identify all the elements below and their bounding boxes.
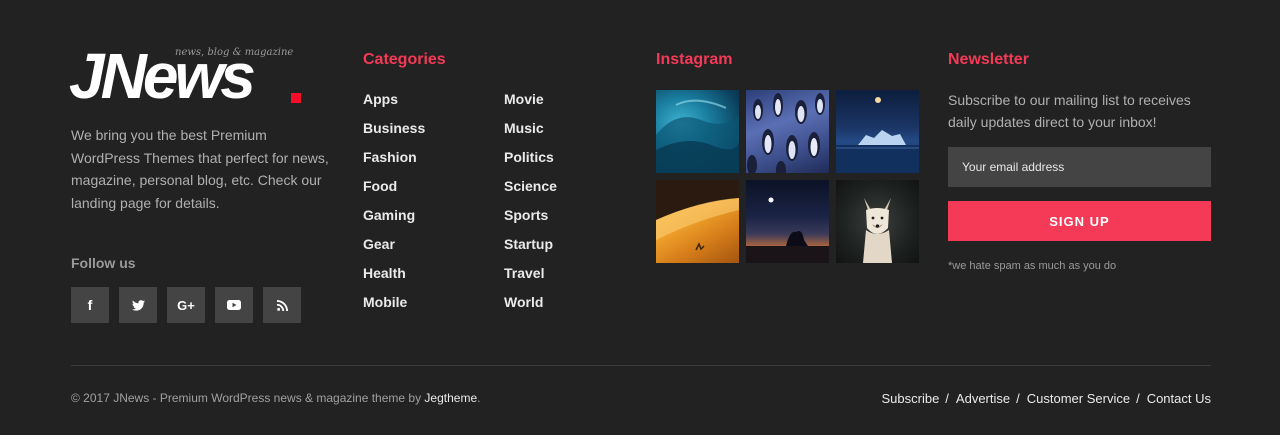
logo-dot [291,93,301,103]
category-link-startup[interactable]: Startup [504,235,645,264]
instagram-title: Instagram [656,51,733,68]
footer-link-separator: / [1016,391,1020,406]
category-link-gear[interactable]: Gear [363,235,504,264]
category-link-travel[interactable]: Travel [504,264,645,293]
footer-divider [71,365,1211,366]
youtube-button[interactable] [215,287,253,323]
google-plus-icon: G+ [177,297,195,313]
newsletter-title: Newsletter [948,51,1029,68]
instagram-photo-moon[interactable] [746,180,829,263]
follow-us-label: Follow us [71,255,136,271]
footer-link-contact-us[interactable]: Contact Us [1147,391,1211,406]
category-link-science[interactable]: Science [504,177,645,206]
email-input[interactable] [948,147,1211,187]
footer-link-customer-service[interactable]: Customer Service [1027,391,1130,406]
instagram-photo-fox[interactable] [836,180,919,263]
footer-link-subscribe[interactable]: Subscribe [881,391,939,406]
footer-link-advertise[interactable]: Advertise [956,391,1010,406]
footer-link-separator: / [1136,391,1140,406]
instagram-photo-iceberg[interactable] [836,90,919,173]
rss-icon [276,299,288,311]
footer-top: news, blog & magazine JNews We bring you… [69,0,1211,365]
categories-column: Categories Apps Movie Business Music Fas… [363,51,633,322]
category-link-sports[interactable]: Sports [504,206,645,235]
instagram-photo-penguins[interactable] [746,90,829,173]
newsletter-column: Newsletter Subscribe to our mailing list… [948,51,1211,272]
copyright-suffix: . [477,391,481,405]
copyright-prefix: © 2017 JNews - Premium WordPress news & … [71,391,425,405]
twitter-icon [131,299,145,311]
category-link-movie[interactable]: Movie [504,90,645,119]
footer-link-separator: / [945,391,949,406]
newsletter-description: Subscribe to our mailing list to receive… [948,92,1191,130]
spam-note: *we hate spam as much as you do [948,260,1117,272]
category-link-health[interactable]: Health [363,264,504,293]
rss-button[interactable] [263,287,301,323]
logo-text: JNews [69,40,256,112]
category-link-music[interactable]: Music [504,119,645,148]
categories-list: Apps Movie Business Music Fashion Politi… [363,90,633,322]
instagram-photo-wave[interactable] [656,90,739,173]
category-link-fashion[interactable]: Fashion [363,148,504,177]
sign-up-button[interactable]: SIGN UP [948,201,1211,241]
category-link-apps[interactable]: Apps [363,90,504,119]
social-links: f G+ [71,287,341,323]
about-column: news, blog & magazine JNews We bring you… [69,40,341,323]
youtube-icon [227,300,241,310]
category-link-gaming[interactable]: Gaming [363,206,504,235]
instagram-column: Instagram [656,51,926,263]
jegtheme-link[interactable]: Jegtheme [424,391,477,405]
site-logo[interactable]: news, blog & magazine JNews [69,40,311,112]
about-description: We bring you the best Premium WordPress … [71,127,329,211]
category-link-business[interactable]: Business [363,119,504,148]
category-link-mobile[interactable]: Mobile [363,293,504,322]
twitter-button[interactable] [119,287,157,323]
facebook-button[interactable]: f [71,287,109,323]
category-link-food[interactable]: Food [363,177,504,206]
footer-nav: Subscribe / Advertise / Customer Service… [881,391,1211,406]
instagram-photo-desert[interactable] [656,180,739,263]
instagram-grid [656,90,926,263]
category-link-world[interactable]: World [504,293,645,322]
category-link-politics[interactable]: Politics [504,148,645,177]
copyright-text: © 2017 JNews - Premium WordPress news & … [71,391,480,405]
facebook-icon: f [87,297,93,313]
categories-title: Categories [363,51,446,68]
google-plus-button[interactable]: G+ [167,287,205,323]
